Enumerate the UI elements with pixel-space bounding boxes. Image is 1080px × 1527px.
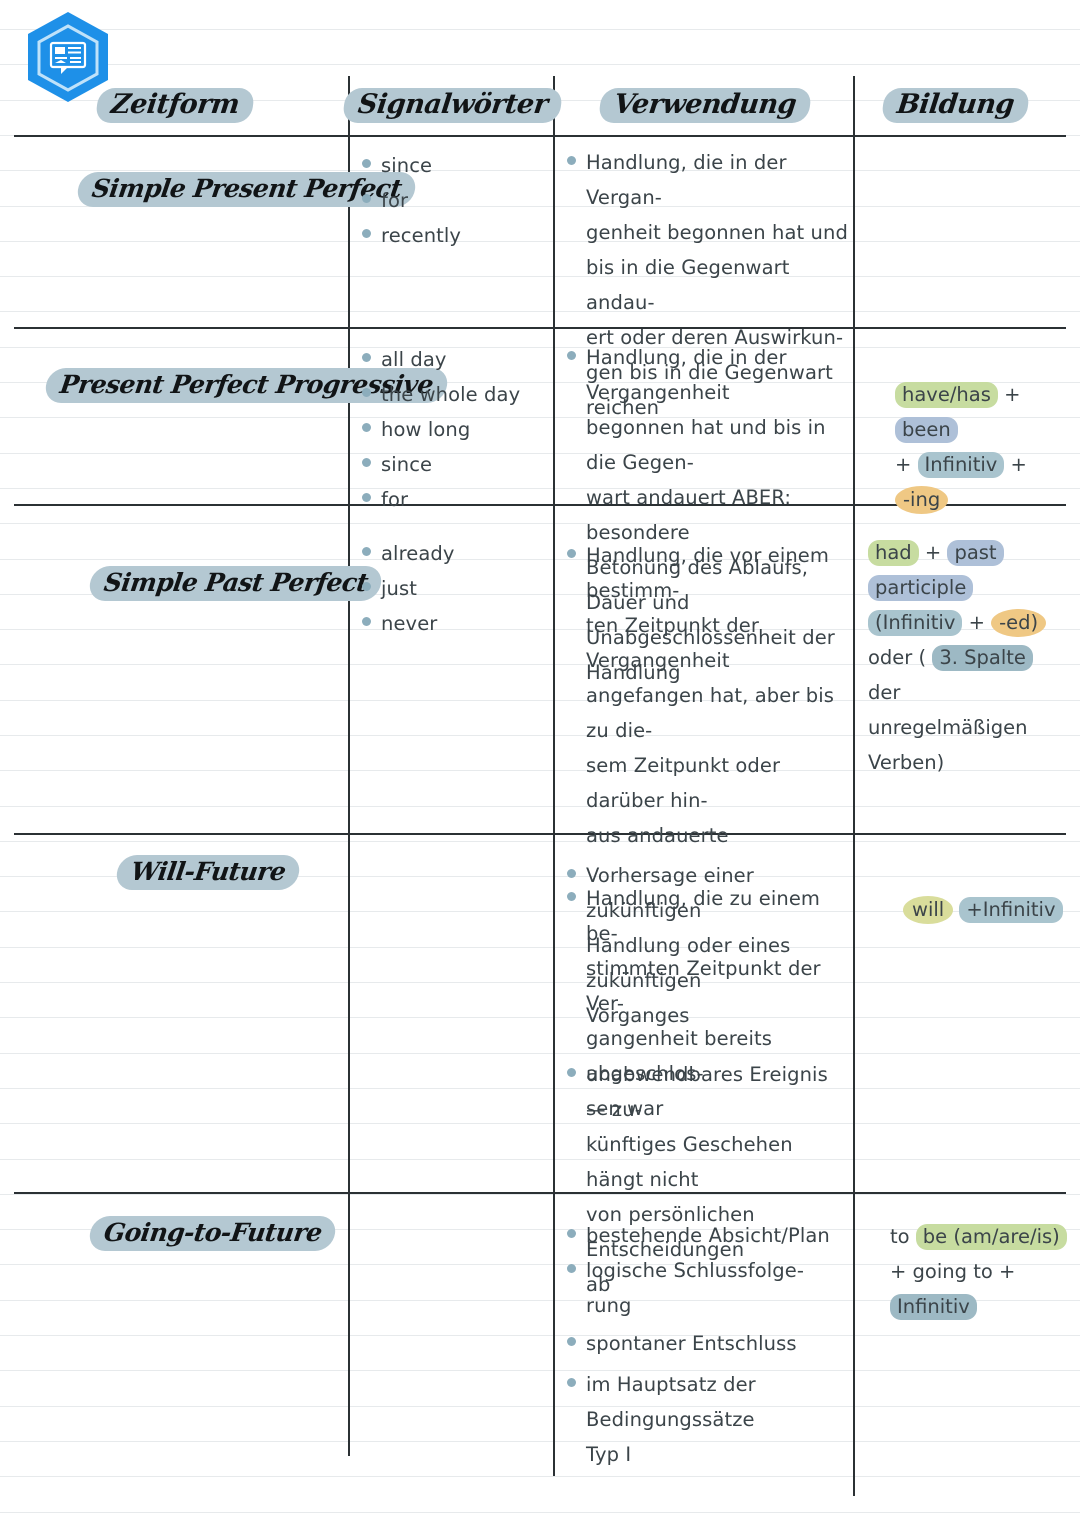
verwendung-line: begonnen hat und bis in die Gegen- xyxy=(586,416,826,474)
bildung-token: + xyxy=(895,453,912,476)
bildung-token: der xyxy=(868,681,901,704)
verwendung-line: Handlung, die in der Vergan- xyxy=(586,151,787,209)
verwendung-line: sem Zeitpunkt oder darüber hin- xyxy=(586,754,781,812)
signalword-item: since xyxy=(360,148,553,183)
signalword-item: all day xyxy=(360,342,553,377)
bildung-token: Infinitiv xyxy=(917,452,1005,478)
signalword-item: just xyxy=(360,571,553,606)
verwendung-line: rung xyxy=(586,1294,632,1317)
verwendung-line: Handlung, die in der Vergangenheit xyxy=(586,346,787,404)
bildung-line: der xyxy=(868,675,1074,710)
bildung-formula: have/has + been + Infinitiv + -ing xyxy=(895,377,1074,517)
column-header-2: Signalwörter xyxy=(341,88,564,123)
bildung-token: to xyxy=(890,1225,916,1248)
column-header-4: Bildung xyxy=(880,88,1031,123)
bildung-token: + xyxy=(1010,453,1027,476)
signalword-item: since xyxy=(360,447,553,482)
verwendung-item: im Hauptsatz der Bedingungssätze Typ I xyxy=(565,1367,853,1472)
signalword-item: never xyxy=(360,606,553,641)
signalword-item: recently xyxy=(360,218,553,253)
verwendung-line: unabwendbares Ereignis — zu- xyxy=(586,1063,828,1121)
verwendung-line: bestehende Absicht/Plan xyxy=(586,1224,830,1247)
verwendung-item: Vorhersage einer zukünftigen Handlung ode… xyxy=(565,858,853,1033)
verwendung-item: bestehende Absicht/Plan xyxy=(565,1218,853,1253)
signalword-item: the whole day xyxy=(360,377,553,412)
bildung-token: be (am/are/is) xyxy=(915,1224,1067,1250)
bildung-formula: will +Infinitiv xyxy=(903,892,1074,927)
bildung-line: Infinitiv xyxy=(890,1289,1074,1324)
bildung-formula: to be (am/are/is) + going to + Infinitiv xyxy=(890,1219,1074,1324)
signalword-item: for xyxy=(360,482,553,517)
bildung-token: past xyxy=(947,540,1004,566)
verwendung-line: im Hauptsatz der Bedingungssätze xyxy=(586,1373,756,1431)
bildung-token: (Infinitiv xyxy=(868,610,963,636)
verwendung-line: spontaner Entschluss xyxy=(586,1332,797,1355)
verwendung-item: logische Schlussfolge-rung xyxy=(565,1253,853,1323)
verwendung-list: Vorhersage einer zukünftigen Handlung ode… xyxy=(565,858,853,1472)
bildung-token: + xyxy=(1004,383,1021,406)
signalwords-list: already just never xyxy=(360,536,553,641)
tense-name-pill: Going-to-Future xyxy=(87,1216,338,1251)
verwendung-line: Typ I xyxy=(586,1443,632,1466)
signalwords-list: since for recently xyxy=(360,148,553,253)
bildung-line: to be (am/are/is) xyxy=(890,1219,1074,1254)
bildung-token: +Infinitiv xyxy=(959,897,1063,923)
verwendung-line: Handlung, die vor einem bestimm- xyxy=(586,544,830,602)
bildung-token: -ing xyxy=(895,486,949,514)
bildung-line: participle xyxy=(868,570,1074,605)
signalword-item: how long xyxy=(360,412,553,447)
bildung-line: had + past xyxy=(868,535,1074,570)
bildung-token: have/has xyxy=(895,382,998,408)
bildung-token: been xyxy=(895,417,958,443)
verwendung-line: angefangen hat, aber bis zu die- xyxy=(586,684,835,742)
bildung-token: Infinitiv xyxy=(890,1294,977,1320)
bildung-token: oder ( xyxy=(868,646,927,669)
verwendung-line: Vorganges xyxy=(586,1004,690,1027)
verwendung-line: ten Zeitpunkt der Vergangenheit xyxy=(586,614,759,672)
bildung-token: 3. Spalte xyxy=(932,645,1033,671)
bildung-token: + xyxy=(924,541,942,564)
bildung-token: had xyxy=(868,540,919,566)
verwendung-item: Handlung, die vor einem bestimm-ten Zeit… xyxy=(565,538,853,853)
signalword-item: already xyxy=(360,536,553,571)
bildung-token: + going to + xyxy=(890,1260,1016,1283)
verwendung-line: künftiges Geschehen hängt nicht xyxy=(586,1133,793,1191)
bildung-formula: had + past participle (Infinitiv + -ed) … xyxy=(868,535,1074,780)
column-header-3: Verwendung xyxy=(597,88,813,123)
bildung-line: (Infinitiv + -ed) xyxy=(868,605,1074,640)
bildung-token: will xyxy=(903,896,954,924)
bildung-line: + going to + xyxy=(890,1254,1074,1289)
bildung-line: will +Infinitiv xyxy=(903,892,1074,927)
verwendung-line: Vorhersage einer zukünftigen xyxy=(586,864,754,922)
tense-name-pill: Will-Future xyxy=(114,855,302,890)
signalword-item: for xyxy=(360,183,553,218)
tense-name-pill: Simple Past Perfect xyxy=(87,566,384,601)
verwendung-line: logische Schlussfolge- xyxy=(586,1259,804,1282)
bildung-token: unregelmäßigen xyxy=(868,716,1028,739)
verwendung-line: aus andauerte xyxy=(586,824,729,847)
bildung-line: Verben) xyxy=(868,745,1074,780)
verwendung-list: bestehende Absicht/Plan logische Schlussf… xyxy=(565,1218,853,1323)
verwendung-item: spontaner Entschluss xyxy=(565,1326,853,1361)
bildung-line: unregelmäßigen xyxy=(868,710,1074,745)
verwendung-line: Handlung oder eines zukünftigen xyxy=(586,934,791,992)
verwendung-line: bis in die Gegenwart andau- xyxy=(586,256,790,314)
bildung-token: participle xyxy=(868,575,974,601)
bildung-token: -ed) xyxy=(991,609,1047,637)
bildung-token: + xyxy=(968,611,985,634)
signalwords-list: all day the whole day how long since for xyxy=(360,342,553,517)
bildung-line: + Infinitiv + -ing xyxy=(895,447,1074,517)
bildung-token: Verben) xyxy=(868,751,945,774)
bildung-line: oder ( 3. Spalte xyxy=(868,640,1074,675)
bildung-line: have/has + been xyxy=(895,377,1074,447)
tense-table-content: Zeitform Signalwörter Verwendung Bildung Sim… xyxy=(0,0,1080,1527)
hexagon-note-icon xyxy=(20,8,116,108)
verwendung-line: genheit begonnen hat und xyxy=(586,221,848,244)
column-header-1: Zeitform xyxy=(94,88,256,123)
